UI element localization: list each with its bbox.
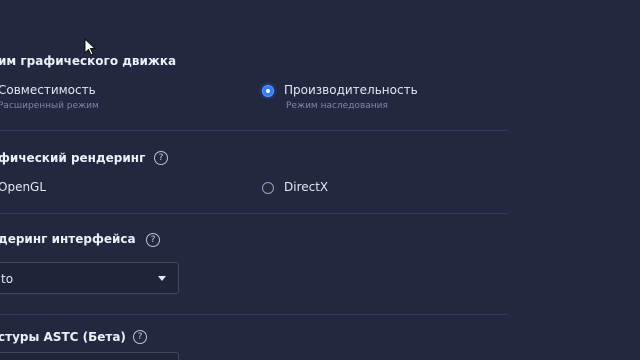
radio-directx[interactable] bbox=[262, 182, 274, 194]
section-title-interface-rendering: деринг интерфейса bbox=[0, 232, 136, 246]
radio-performance[interactable] bbox=[262, 85, 274, 97]
help-circle-icon[interactable]: ? bbox=[154, 151, 168, 165]
select-value: to bbox=[1, 272, 14, 286]
settings-panel: им графического движка Совместимость Рас… bbox=[0, 0, 640, 360]
help-circle-icon[interactable]: ? bbox=[146, 233, 160, 247]
chevron-down-icon bbox=[158, 276, 166, 281]
mouse-cursor-icon bbox=[84, 38, 96, 56]
section-title-astc-textures: стуры ASTC (Бета) bbox=[0, 330, 126, 344]
option-compatibility-label: Совместимость bbox=[0, 83, 96, 97]
option-performance-label: Производительность bbox=[284, 83, 418, 97]
divider bbox=[0, 130, 508, 131]
astc-select[interactable] bbox=[0, 352, 179, 360]
option-performance-sublabel: Режим наследования bbox=[286, 101, 388, 111]
divider bbox=[0, 213, 508, 214]
option-opengl-label: OpenGL bbox=[0, 180, 47, 194]
divider bbox=[0, 314, 508, 315]
option-directx-label: DirectX bbox=[284, 180, 329, 194]
section-title-graphics-rendering: фический рендеринг bbox=[0, 151, 146, 165]
option-compatibility-sublabel: Расширенный режим bbox=[0, 101, 99, 111]
interface-rendering-select[interactable]: to bbox=[0, 262, 179, 294]
help-circle-icon[interactable]: ? bbox=[133, 330, 147, 344]
section-title-engine-mode: им графического движка bbox=[0, 54, 177, 68]
